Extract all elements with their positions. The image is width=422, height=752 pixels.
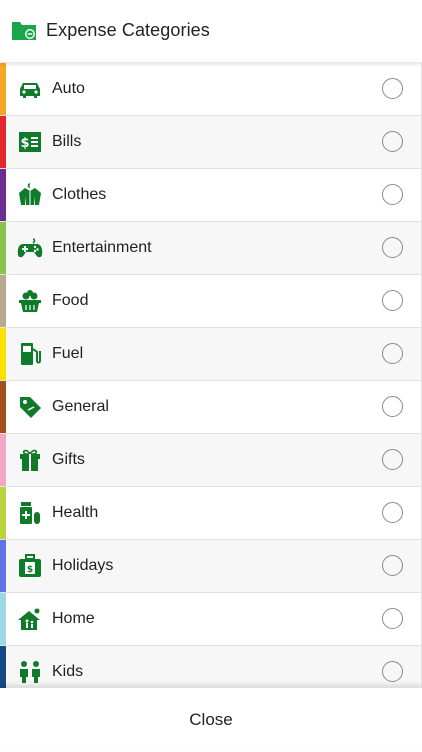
category-row-gifts[interactable]: Gifts: [0, 434, 422, 487]
category-row-holidays[interactable]: $ Holidays: [0, 540, 422, 593]
svg-text:$: $: [20, 136, 29, 151]
category-color-bar: [0, 328, 6, 380]
category-label: General: [52, 398, 109, 415]
category-radio-health[interactable]: [382, 502, 403, 523]
category-row-health[interactable]: Health: [0, 487, 422, 540]
dialog-title: Expense Categories: [46, 20, 210, 40]
category-color-bar: [0, 116, 6, 168]
dialog-header: Expense Categories: [0, 0, 422, 62]
kids-icon: [20, 661, 40, 683]
category-row-fuel[interactable]: Fuel: [0, 328, 422, 381]
category-radio-food[interactable]: [382, 290, 403, 311]
category-radio-auto[interactable]: [382, 78, 403, 99]
category-color-bar: [0, 540, 6, 592]
category-color-bar: [0, 487, 6, 539]
jacket-icon: [19, 183, 41, 205]
category-row-home[interactable]: Home: [0, 593, 422, 646]
dialog-footer: Close: [0, 688, 422, 750]
category-color-bar: [0, 169, 6, 221]
category-color-bar: [0, 646, 6, 688]
category-radio-bills[interactable]: [382, 131, 403, 152]
svg-text:$: $: [27, 565, 33, 575]
close-button[interactable]: Close: [0, 688, 422, 750]
category-row-general[interactable]: General: [0, 381, 422, 434]
category-label: Auto: [52, 80, 85, 97]
house-icon: [18, 608, 40, 630]
gift-icon: [20, 449, 40, 471]
car-icon: [20, 83, 40, 98]
food-basket-icon: [19, 290, 41, 312]
category-color-bar: [0, 593, 6, 645]
category-radio-clothes[interactable]: [382, 184, 403, 205]
medicine-icon: [20, 502, 40, 524]
category-list[interactable]: Auto $ Bills Clothes Entertainment Food …: [0, 63, 422, 688]
category-label: Food: [52, 292, 89, 309]
category-label: Home: [52, 610, 95, 627]
category-color-bar: [0, 434, 6, 486]
category-label: Health: [52, 504, 99, 521]
category-radio-holidays[interactable]: [382, 555, 403, 576]
category-radio-gifts[interactable]: [382, 449, 403, 470]
category-radio-entertainment[interactable]: [382, 237, 403, 258]
category-row-kids[interactable]: Kids: [0, 646, 422, 688]
category-row-clothes[interactable]: Clothes: [0, 169, 422, 222]
category-color-bar: [0, 381, 6, 433]
category-color-bar: [0, 222, 6, 274]
category-radio-fuel[interactable]: [382, 343, 403, 364]
category-label: Holidays: [52, 557, 114, 574]
category-label: Kids: [52, 663, 84, 680]
category-label: Fuel: [52, 345, 84, 362]
bill-icon: $: [19, 132, 41, 152]
category-radio-home[interactable]: [382, 608, 403, 629]
category-label: Gifts: [52, 451, 85, 468]
category-radio-kids[interactable]: [382, 661, 403, 682]
luggage-icon: $: [19, 554, 41, 577]
folder-icon: [12, 22, 36, 40]
fuel-pump-icon: [21, 343, 41, 365]
category-radio-general[interactable]: [382, 396, 403, 417]
category-label: Bills: [52, 133, 82, 150]
category-row-entertainment[interactable]: Entertainment: [0, 222, 422, 275]
category-row-food[interactable]: Food: [0, 275, 422, 328]
tag-icon: [20, 397, 41, 418]
category-color-bar: [0, 275, 6, 327]
category-label: Entertainment: [52, 239, 152, 256]
category-row-auto[interactable]: Auto: [0, 63, 422, 116]
category-row-bills[interactable]: $ Bills: [0, 116, 422, 169]
category-color-bar: [0, 63, 6, 115]
gamepad-icon: [17, 238, 43, 258]
category-label: Clothes: [52, 186, 107, 203]
